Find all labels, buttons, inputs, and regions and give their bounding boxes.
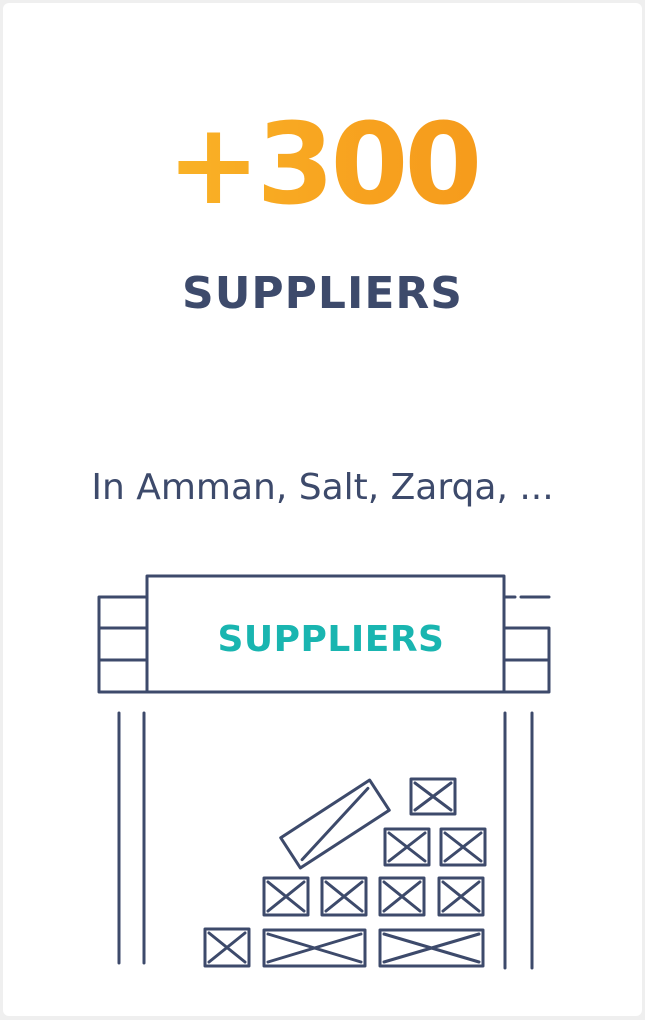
warehouse-illustration: SUPPLIERS bbox=[97, 574, 551, 970]
crate-icons bbox=[203, 777, 487, 968]
sign-label: SUPPLIERS bbox=[217, 619, 444, 660]
left-planks bbox=[97, 595, 149, 694]
right-planks bbox=[502, 595, 551, 694]
